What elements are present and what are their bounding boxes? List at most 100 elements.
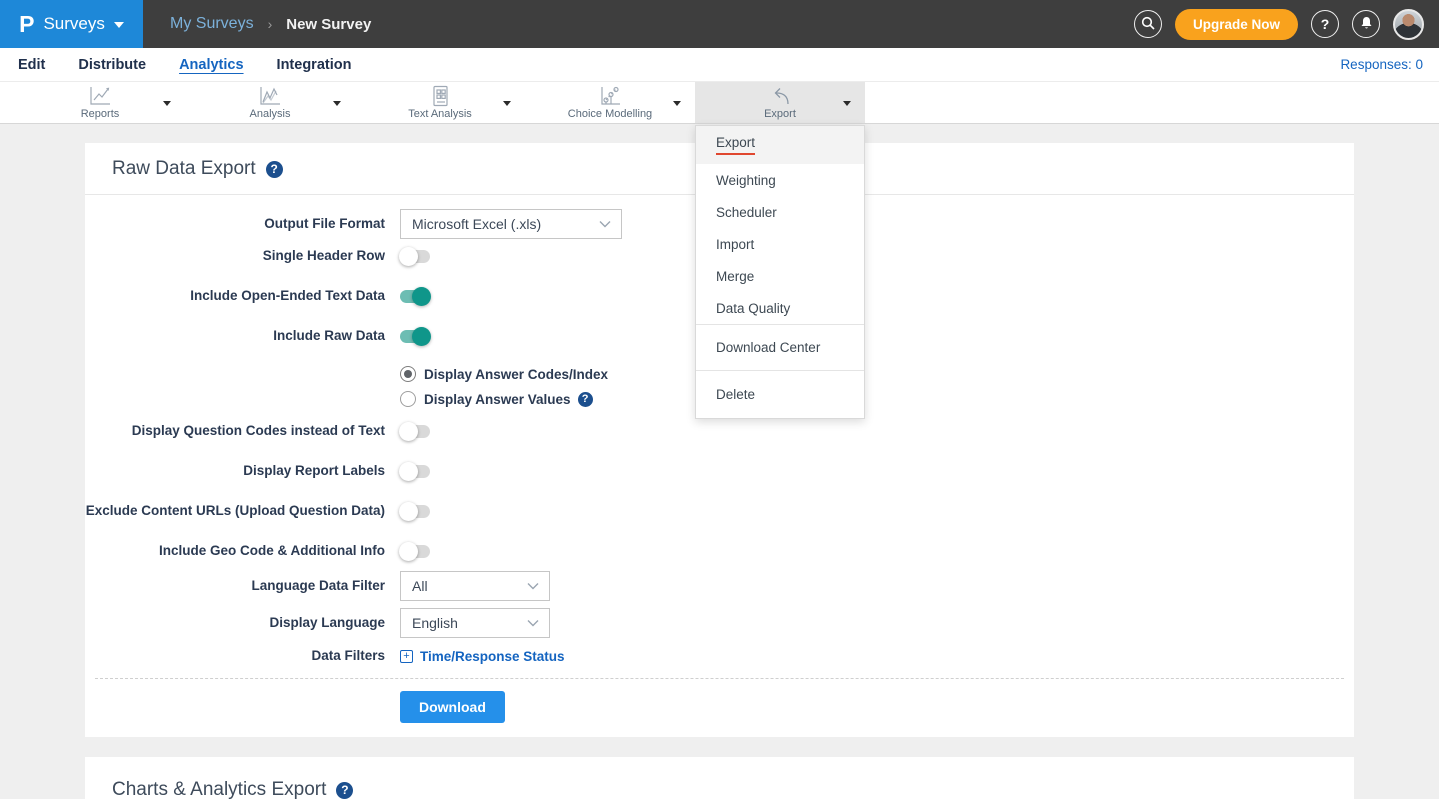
responses-count[interactable]: Responses: 0 — [1340, 57, 1423, 72]
field-label: Display Report Labels — [85, 462, 385, 480]
menu-item-data-quality[interactable]: Data Quality — [696, 292, 864, 324]
product-name: Surveys — [43, 14, 104, 34]
time-response-status-link[interactable]: + Time/Response Status — [400, 649, 565, 664]
toolbar-item-label: Choice Modelling — [568, 108, 652, 120]
breadcrumb: My Surveys › New Survey — [170, 15, 371, 33]
topbar-actions: Upgrade Now ? — [1134, 9, 1439, 40]
help-button[interactable]: ? — [1311, 10, 1339, 38]
toolbar-item-label: Analysis — [250, 108, 291, 120]
field-label: Data Filters — [85, 647, 385, 665]
search-button[interactable] — [1134, 10, 1162, 38]
toolbar-item-label: Reports — [81, 108, 120, 120]
menu-item-download-center[interactable]: Download Center — [696, 324, 864, 370]
toolbar-item-text-analysis[interactable]: Text Analysis — [355, 82, 525, 123]
section-title: Charts & Analytics Export — [112, 779, 326, 799]
trend-chart-icon — [257, 85, 283, 108]
display-language-select[interactable]: English — [400, 608, 550, 638]
report-labels-row: Display Report Labels — [85, 461, 1354, 481]
chevron-down-icon — [527, 619, 539, 627]
field-label: Single Header Row — [85, 247, 385, 265]
breadcrumb-current-survey: New Survey — [286, 16, 371, 33]
raw-data-toggle[interactable] — [400, 330, 430, 343]
field-label: Display Question Codes instead of Text — [85, 422, 385, 440]
help-circle-icon[interactable]: ? — [336, 782, 353, 799]
charts-analytics-export-card: Charts & Analytics Export ? — [85, 757, 1354, 799]
question-codes-toggle[interactable] — [400, 425, 430, 438]
selected-value: Microsoft Excel (.xls) — [412, 216, 541, 232]
link-label: Time/Response Status — [420, 649, 565, 664]
chevron-down-icon — [599, 220, 611, 228]
menu-item-export[interactable]: Export — [696, 126, 864, 164]
chevron-down-icon — [114, 22, 124, 28]
data-filters-row: Data Filters + Time/Response Status — [85, 646, 1354, 666]
chevron-down-icon[interactable] — [843, 101, 851, 106]
breadcrumb-separator-icon: › — [268, 16, 273, 32]
toolbar-item-choice-modelling[interactable]: Choice Modelling — [525, 82, 695, 123]
menu-item-import[interactable]: Import — [696, 228, 864, 260]
download-row: Download — [85, 679, 1354, 725]
selected-value: English — [412, 615, 458, 631]
menu-item-scheduler[interactable]: Scheduler — [696, 196, 864, 228]
menu-item-merge[interactable]: Merge — [696, 260, 864, 292]
display-language-row: Display Language English — [85, 608, 1354, 638]
notifications-button[interactable] — [1352, 10, 1380, 38]
tab-distribute[interactable]: Distribute — [78, 57, 146, 73]
chevron-down-icon — [527, 582, 539, 590]
help-circle-icon[interactable]: ? — [266, 161, 283, 178]
geo-code-row: Include Geo Code & Additional Info — [85, 541, 1354, 561]
field-label: Language Data Filter — [85, 577, 385, 595]
export-dropdown-menu: Export Weighting Scheduler Import Merge … — [695, 125, 865, 419]
survey-nav: Edit Distribute Analytics Integration Re… — [0, 48, 1439, 81]
search-icon — [1141, 16, 1155, 33]
selected-value: All — [412, 578, 428, 594]
chevron-down-icon[interactable] — [333, 101, 341, 106]
document-grid-icon — [427, 85, 453, 108]
output-file-format-select[interactable]: Microsoft Excel (.xls) — [400, 209, 622, 239]
export-arrow-icon — [767, 85, 793, 108]
help-circle-icon[interactable]: ? — [578, 392, 593, 407]
field-label: Output File Format — [85, 215, 385, 233]
question-codes-row: Display Question Codes instead of Text — [85, 421, 1354, 441]
exclude-urls-row: Exclude Content URLs (Upload Question Da… — [85, 501, 1354, 521]
bell-icon — [1360, 16, 1373, 33]
radio-label: Display Answer Codes/Index — [424, 367, 608, 382]
toolbar-item-label: Export — [764, 108, 796, 120]
question-icon: ? — [1321, 16, 1330, 32]
product-switcher[interactable]: P Surveys — [0, 0, 143, 48]
tab-analytics[interactable]: Analytics — [179, 57, 243, 73]
topbar: P Surveys My Surveys › New Survey Upgrad… — [0, 0, 1439, 48]
field-label: Display Language — [85, 614, 385, 632]
scatter-chart-icon — [597, 85, 623, 108]
answer-values-radio[interactable] — [400, 391, 416, 407]
open-ended-toggle[interactable] — [400, 290, 430, 303]
single-header-toggle[interactable] — [400, 250, 430, 263]
tab-integration[interactable]: Integration — [277, 57, 352, 73]
upgrade-now-button[interactable]: Upgrade Now — [1175, 9, 1298, 40]
tab-edit[interactable]: Edit — [18, 57, 45, 73]
toolbar-item-analysis[interactable]: Analysis — [185, 82, 355, 123]
geo-code-toggle[interactable] — [400, 545, 430, 558]
toolbar-item-export[interactable]: Export — [695, 82, 865, 123]
questionpro-logo-icon: P — [19, 13, 34, 36]
field-label: Include Raw Data — [85, 327, 385, 345]
user-avatar[interactable] — [1393, 9, 1424, 40]
toolbar-item-label: Text Analysis — [408, 108, 472, 120]
breadcrumb-my-surveys[interactable]: My Surveys — [170, 15, 254, 33]
language-filter-row: Language Data Filter All — [85, 571, 1354, 601]
charts-analytics-export-header: Charts & Analytics Export ? — [85, 757, 1354, 799]
menu-item-weighting[interactable]: Weighting — [696, 164, 864, 196]
toolbar-item-reports[interactable]: Reports — [15, 82, 185, 123]
plus-square-icon: + — [400, 650, 413, 663]
menu-item-delete[interactable]: Delete — [696, 370, 864, 418]
field-label: Include Geo Code & Additional Info — [85, 542, 385, 560]
chevron-down-icon[interactable] — [673, 101, 681, 106]
answer-codes-radio[interactable] — [400, 366, 416, 382]
report-labels-toggle[interactable] — [400, 465, 430, 478]
exclude-urls-toggle[interactable] — [400, 505, 430, 518]
analytics-toolbar: Reports Analysis Text Analysis Choice Mo… — [0, 81, 1439, 124]
download-button[interactable]: Download — [400, 691, 505, 723]
field-label: Include Open-Ended Text Data — [85, 287, 385, 305]
language-filter-select[interactable]: All — [400, 571, 550, 601]
chevron-down-icon[interactable] — [163, 101, 171, 106]
chevron-down-icon[interactable] — [503, 101, 511, 106]
